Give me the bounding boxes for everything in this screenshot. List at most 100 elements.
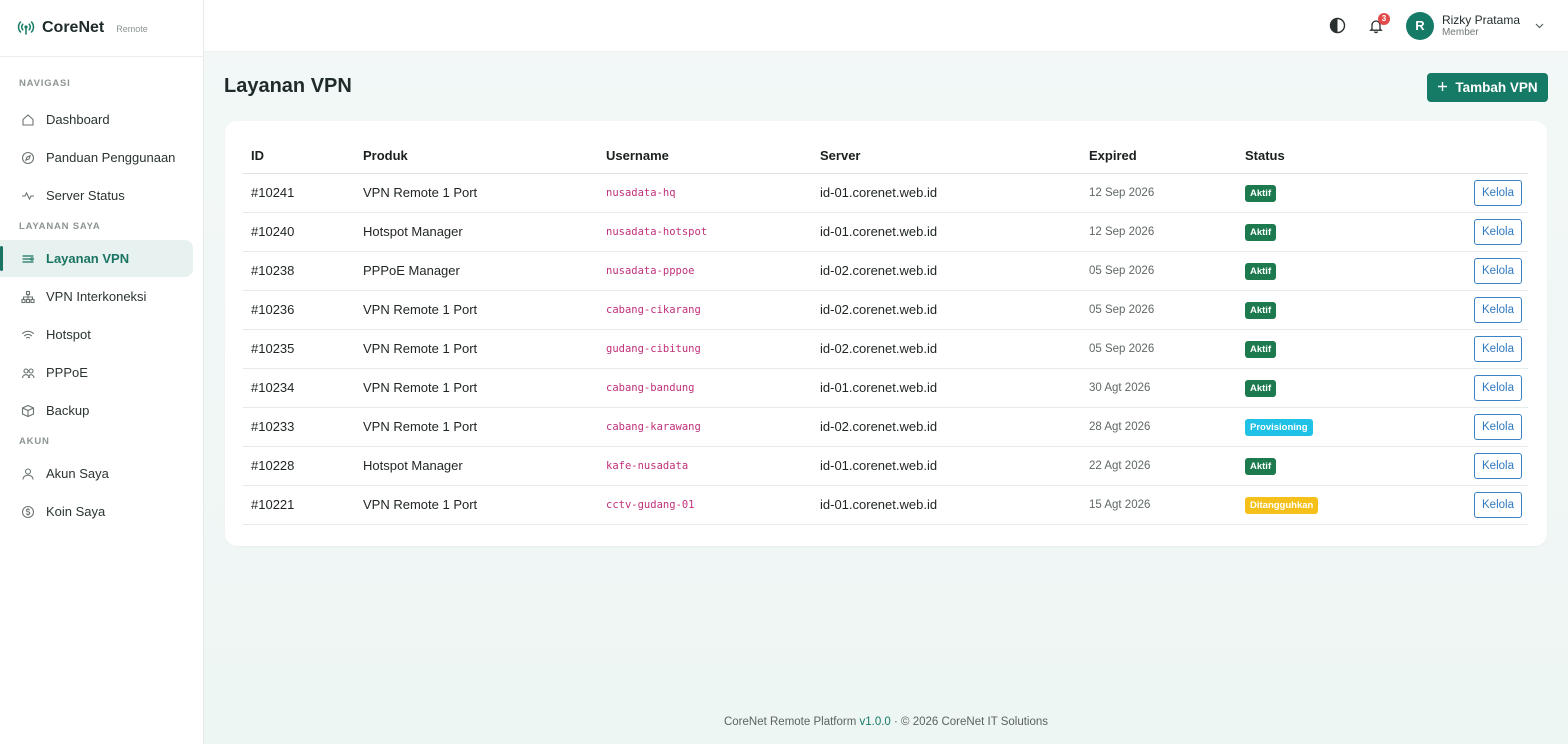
cell-product: PPPoE Manager <box>355 251 598 291</box>
sidebar-item-akun-saya[interactable]: Akun Saya <box>0 455 193 492</box>
cell-expired: 28 Agt 2026 <box>1081 407 1237 447</box>
column-header-produk[interactable]: Produk <box>355 139 598 174</box>
sidebar-item-label: Server Status <box>46 188 125 203</box>
section-label-akun: AKUN <box>19 436 50 447</box>
cell-action: Kelola <box>1407 290 1528 330</box>
column-header-status[interactable]: Status <box>1237 139 1407 174</box>
sidebar-item-layanan-vpn[interactable]: Layanan VPN <box>0 240 193 277</box>
cell-expired: 12 Sep 2026 <box>1081 173 1237 213</box>
sidebar-item-koin-saya[interactable]: Koin Saya <box>0 493 193 530</box>
cell-id: #10228 <box>243 446 355 486</box>
cell-server: id-01.corenet.web.id <box>812 446 1081 486</box>
table-row: #10234 VPN Remote 1 Port cabang-bandung id-… <box>243 368 1528 408</box>
kelola-button[interactable]: Kelola <box>1474 374 1522 401</box>
cell-product: VPN Remote 1 Port <box>355 368 598 408</box>
table-row: #10235 VPN Remote 1 Port gudang-cibitung id… <box>243 329 1528 369</box>
sidebar-item-label: Backup <box>46 403 90 418</box>
vpn-table: ID Produk Username Server Expired Status… <box>243 139 1528 525</box>
cell-id: #10233 <box>243 407 355 447</box>
column-header-expired[interactable]: Expired <box>1081 139 1237 174</box>
cell-status: Ditangguhkan <box>1237 485 1407 525</box>
bell-icon[interactable]: 3 <box>1366 12 1390 36</box>
plus-icon <box>1437 80 1448 95</box>
status-badge: Provisioning <box>1245 418 1313 436</box>
cell-server: id-02.corenet.web.id <box>812 329 1081 369</box>
cell-expired: 05 Sep 2026 <box>1081 251 1237 291</box>
kelola-button[interactable]: Kelola <box>1474 296 1522 323</box>
section-label-layanan: LAYANAN SAYA <box>19 221 101 232</box>
status-badge: Aktif <box>1245 184 1277 202</box>
cell-id: #10238 <box>243 251 355 291</box>
sidebar-item-vpn-interkoneksi[interactable]: VPN Interkoneksi <box>0 278 193 315</box>
cell-username: nusadata-hotspot <box>598 212 812 252</box>
topbar: 3 R Rizky Pratama Member <box>204 0 1568 52</box>
sidebar-item-label: Layanan VPN <box>46 251 130 266</box>
cell-username: kafe-nusadata <box>598 446 812 486</box>
status-badge: Aktif <box>1245 457 1277 475</box>
cell-status: Aktif <box>1237 212 1407 252</box>
cell-product: Hotspot Manager <box>355 212 598 252</box>
cell-server: id-01.corenet.web.id <box>812 212 1081 252</box>
column-header-username[interactable]: Username <box>598 139 812 174</box>
cell-id: #10234 <box>243 368 355 408</box>
kelola-button[interactable]: Kelola <box>1474 218 1522 245</box>
column-header-id[interactable]: ID <box>243 139 355 174</box>
cell-action: Kelola <box>1407 407 1528 447</box>
coin-icon <box>21 505 35 519</box>
user-name: Rizky Pratama <box>1441 12 1520 27</box>
cell-username: cabang-cikarang <box>598 290 812 330</box>
sidebar-item-panduan[interactable]: Panduan Penggunaan <box>0 139 193 176</box>
cell-action: Kelola <box>1407 446 1528 486</box>
kelola-button[interactable]: Kelola <box>1474 452 1522 479</box>
theme-toggle-icon[interactable] <box>1328 16 1348 36</box>
status-badge: Aktif <box>1245 340 1277 358</box>
kelola-button[interactable]: Kelola <box>1474 413 1522 440</box>
status-badge: Aktif <box>1245 262 1277 280</box>
cell-id: #10235 <box>243 329 355 369</box>
sidebar-item-label: Koin Saya <box>46 504 106 519</box>
add-vpn-button[interactable]: Tambah VPN <box>1427 73 1548 102</box>
table-row: #10221 VPN Remote 1 Port cctv-gudang-01 id-… <box>243 485 1528 525</box>
cell-expired: 05 Sep 2026 <box>1081 290 1237 330</box>
brand[interactable]: CoreNet Remote <box>0 0 203 57</box>
sidebar-item-label: Dashboard <box>46 112 110 127</box>
cell-username: gudang-cibitung <box>598 329 812 369</box>
column-header-action <box>1407 139 1528 174</box>
sidebar-item-label: PPPoE <box>46 365 88 380</box>
sidebar-item-dashboard[interactable]: Dashboard <box>0 101 193 138</box>
table-row: #10241 VPN Remote 1 Port nusadata-hq id-01.… <box>243 173 1528 213</box>
cell-username: cabang-bandung <box>598 368 812 408</box>
cell-product: Hotspot Manager <box>355 446 598 486</box>
kelola-button[interactable]: Kelola <box>1474 491 1522 518</box>
status-badge: Aktif <box>1245 379 1277 397</box>
sidebar-item-server-status[interactable]: Server Status <box>0 177 193 214</box>
sidebar-item-label: Hotspot <box>46 327 91 342</box>
cell-username: cabang-karawang <box>598 407 812 447</box>
kelola-button[interactable]: Kelola <box>1474 335 1522 362</box>
cell-status: Aktif <box>1237 173 1407 213</box>
sidebar-item-pppoe[interactable]: PPPoE <box>0 354 193 391</box>
footer-suffix: · © 2026 CoreNet IT Solutions <box>890 716 1049 728</box>
cell-username: nusadata-hq <box>598 173 812 213</box>
table-row: #10240 Hotspot Manager nusadata-hotspot id-… <box>243 212 1528 252</box>
avatar: R <box>1405 11 1434 40</box>
cell-server: id-01.corenet.web.id <box>812 368 1081 408</box>
brand-name: CoreNet <box>42 19 105 36</box>
cell-status: Aktif <box>1237 251 1407 291</box>
cell-action: Kelola <box>1407 368 1528 408</box>
chevron-down-icon <box>1534 20 1546 32</box>
kelola-button[interactable]: Kelola <box>1474 257 1522 284</box>
cell-product: VPN Remote 1 Port <box>355 485 598 525</box>
user-menu[interactable]: R Rizky Pratama Member <box>1405 11 1546 40</box>
users-icon <box>21 366 35 380</box>
column-header-server[interactable]: Server <box>812 139 1081 174</box>
footer-version: v1.0.0 <box>859 716 891 728</box>
cell-action: Kelola <box>1407 173 1528 213</box>
kelola-button[interactable]: Kelola <box>1474 179 1522 206</box>
broadcast-icon <box>16 18 36 38</box>
cell-username: cctv-gudang-01 <box>598 485 812 525</box>
sidebar-item-backup[interactable]: Backup <box>0 392 193 429</box>
network-icon <box>21 290 35 304</box>
sidebar-item-hotspot[interactable]: Hotspot <box>0 316 193 353</box>
footer-prefix: CoreNet Remote Platform <box>723 716 860 728</box>
